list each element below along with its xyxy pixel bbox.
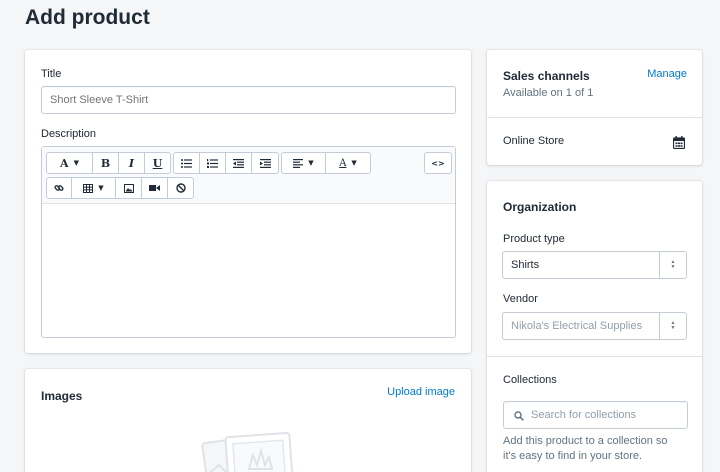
font-style-button[interactable]: A ▼ <box>47 153 93 173</box>
image-icon <box>123 183 134 193</box>
collections-search-placeholder: Search for collections <box>531 409 637 421</box>
divider <box>487 356 702 357</box>
chevron-down-icon: ▼ <box>308 159 314 167</box>
search-icon <box>514 411 524 421</box>
images-placeholder-icon <box>201 432 294 472</box>
outdent-button[interactable] <box>226 153 252 173</box>
chevron-down-icon: ▼ <box>98 184 104 192</box>
select-arrows-icon: ▲ ▼ <box>659 252 686 278</box>
sales-channels-title: Sales channels <box>503 69 590 83</box>
indent-button[interactable] <box>252 153 278 173</box>
product-details-card: Title Description A▼ B I U <box>25 50 471 353</box>
divider <box>487 117 702 118</box>
description-editor: A ▼ B I U ▼ A ▼ <> ▼ <box>41 146 456 338</box>
title-input[interactable] <box>41 86 456 114</box>
title-label: Title <box>41 68 62 80</box>
italic-button[interactable]: I <box>119 153 145 173</box>
manage-link[interactable]: Manage <box>647 68 687 80</box>
insert-group: ▼ <box>46 177 194 199</box>
link-icon <box>54 185 64 191</box>
calendar-icon[interactable] <box>673 136 685 149</box>
page-title: Add product <box>25 6 150 29</box>
table-icon <box>83 183 94 193</box>
insert-video-button[interactable] <box>142 178 168 198</box>
code-group: <> <box>424 152 452 174</box>
collections-help-text: Add this product to a collection so it's… <box>503 435 668 462</box>
select-arrows-icon: ▲ ▼ <box>659 313 686 339</box>
numbered-list-button[interactable] <box>200 153 226 173</box>
underline-button[interactable]: U <box>145 153 170 173</box>
chevron-down-icon: ▼ <box>351 159 357 167</box>
insert-table-button[interactable]: ▼ <box>72 178 116 198</box>
font-style-label: A <box>60 156 69 170</box>
availability-text: Available on 1 of 1 <box>503 87 594 99</box>
online-store-label: Online Store <box>503 135 565 147</box>
numbered-list-icon <box>207 158 218 168</box>
editor-toolbar: A ▼ B I U ▼ A ▼ <> ▼ <box>42 147 455 204</box>
clear-formatting-icon <box>175 183 186 193</box>
description-label: Description <box>41 128 97 140</box>
collections-label: Collections <box>503 374 557 386</box>
product-type-label: Product type <box>503 233 565 245</box>
align-button[interactable]: ▼ <box>282 153 326 173</box>
bullet-list-icon <box>181 158 192 168</box>
vendor-select[interactable]: Nikola's Electrical Supplies ▲ ▼ <box>502 312 687 340</box>
organization-card: Organization Product type Shirts ▲ ▼ Vend… <box>487 181 702 472</box>
product-type-select[interactable]: Shirts ▲ ▼ <box>502 251 687 279</box>
list-indent-group <box>173 152 279 174</box>
align-color-group: ▼ A ▼ <box>281 152 371 174</box>
indent-icon <box>259 158 271 168</box>
show-html-button[interactable]: <> <box>425 153 451 173</box>
text-color-button[interactable]: A ▼ <box>326 153 370 173</box>
video-icon <box>149 185 160 191</box>
vendor-label: Vendor <box>503 293 538 305</box>
editor-content-area[interactable] <box>42 204 455 337</box>
collections-search-input[interactable]: Search for collections <box>503 401 688 429</box>
images-title: Images <box>41 389 83 403</box>
insert-link-button[interactable] <box>47 178 72 198</box>
vendor-placeholder: Nikola's Electrical Supplies <box>511 320 643 332</box>
images-card: Images Upload image <box>25 369 471 472</box>
text-format-group: A ▼ B I U <box>46 152 171 174</box>
chevron-down-icon: ▼ <box>73 159 79 167</box>
organization-title: Organization <box>503 200 577 214</box>
align-left-icon <box>293 158 304 168</box>
clear-formatting-button[interactable] <box>168 178 193 198</box>
text-color-label: A <box>339 157 347 169</box>
product-type-value: Shirts <box>511 259 540 271</box>
bullet-list-button[interactable] <box>174 153 200 173</box>
sales-channels-card: Sales channels Manage Available on 1 of … <box>487 50 702 165</box>
bold-button[interactable]: B <box>93 153 119 173</box>
upload-image-link[interactable]: Upload image <box>387 386 455 398</box>
insert-image-button[interactable] <box>116 178 142 198</box>
outdent-icon <box>233 158 244 168</box>
